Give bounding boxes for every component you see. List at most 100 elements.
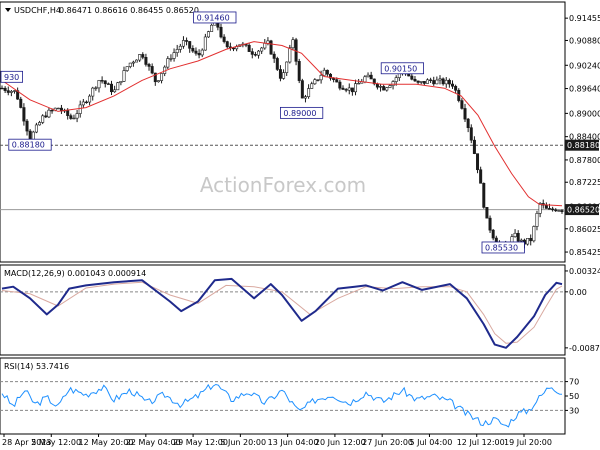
candle-body [94, 87, 98, 89]
candle-body [347, 87, 351, 91]
candle-body [194, 50, 198, 54]
candle-body [526, 238, 530, 245]
candle-body [310, 83, 314, 89]
candle-body [413, 78, 417, 82]
y-tick-label: 0.87800 [569, 156, 600, 165]
candle-body [81, 101, 85, 106]
x-tick-label: 13 Jun 04:00 [268, 438, 319, 447]
candle-body [532, 226, 536, 242]
candle-body [150, 66, 154, 74]
candle-body [291, 39, 295, 49]
x-tick-label: 27 Jun 20:00 [362, 438, 413, 447]
rsi-tick-label: 30 [569, 406, 579, 415]
candle-body [275, 58, 279, 70]
candle-body [144, 57, 148, 65]
candle-body [422, 81, 426, 84]
candle-body [197, 53, 201, 56]
candle-body [444, 79, 448, 85]
candle-body [13, 90, 17, 92]
candle-body [22, 107, 26, 122]
candle-body [416, 80, 420, 83]
candle-body [138, 54, 142, 61]
candle-body [341, 87, 345, 90]
candle-body [297, 61, 301, 81]
candle-body [491, 229, 495, 239]
candle-body [222, 36, 226, 42]
candle-body [432, 80, 436, 85]
candle-body [56, 107, 60, 110]
y-tick-label: 0.91455 [569, 14, 600, 23]
candle-body [454, 85, 458, 91]
y-tick-label: 0.89640 [569, 85, 600, 94]
candle-body [357, 82, 361, 85]
candle-body [382, 86, 386, 91]
candle-body [288, 47, 292, 63]
candle-body [188, 41, 192, 49]
candle-body [425, 79, 429, 84]
candle-body [529, 238, 533, 242]
candle-body [91, 87, 95, 97]
candle-body [366, 74, 370, 78]
candle-body [272, 53, 276, 59]
candle-body [479, 169, 483, 184]
y-tick-label: 0.89000 [569, 109, 600, 118]
price-annotation-label: 0.91460 [197, 13, 230, 22]
y-tick-label: 0.86025 [569, 225, 600, 234]
price-annotation-label: 0.88180 [12, 141, 45, 150]
candle-body [175, 49, 179, 53]
candle-body [300, 80, 304, 99]
candle-body [429, 79, 433, 81]
candle-body [219, 26, 223, 38]
candle-body [0, 87, 4, 90]
candle-body [385, 87, 389, 91]
candle-body [72, 117, 76, 120]
candle-body [322, 69, 326, 76]
candle-body [379, 86, 383, 88]
candle-body [560, 210, 564, 212]
candle-body [141, 54, 145, 58]
candle-body [34, 124, 38, 133]
candle-body [88, 95, 92, 103]
candle-body [307, 88, 311, 97]
candle-body [84, 101, 88, 104]
x-tick-label: 19 Jul 20:00 [504, 438, 552, 447]
candle-body [232, 47, 236, 50]
candle-body [391, 81, 395, 86]
candle-body [106, 83, 110, 85]
candle-body [131, 61, 135, 64]
forex-chart: ActionForex.com USDCHF,H4 0.86471 0.8661… [0, 0, 600, 450]
candle-body [285, 61, 289, 73]
candle-body [313, 79, 317, 85]
candle-body [147, 64, 151, 67]
candle-body [78, 104, 82, 114]
y-tick-label: 0.87225 [569, 178, 600, 187]
rsi-header: RSI(14) 53.7416 [4, 362, 69, 371]
ohlc-values: 0.86471 0.86616 0.86455 0.86520 [59, 6, 199, 15]
x-tick-label: 12 Jul 12:00 [457, 438, 505, 447]
candle-body [319, 74, 323, 81]
candle-body [103, 80, 107, 85]
candle-body [476, 153, 480, 171]
watermark: ActionForex.com [200, 173, 366, 197]
candle-body [100, 80, 104, 82]
candle-body [135, 59, 139, 63]
rsi-tick-label: 70 [569, 378, 579, 387]
y-tick-label: 0.85425 [569, 248, 600, 257]
y-tick-label: 0.90880 [569, 36, 600, 45]
candle-body [206, 31, 210, 38]
candle-body [44, 115, 48, 118]
candle-body [269, 40, 273, 55]
candle-body [172, 52, 176, 59]
candle-body [344, 89, 348, 91]
price-annotation-label: 0.85530 [485, 243, 518, 252]
candle-body [485, 207, 489, 219]
candle-body [466, 118, 470, 128]
candle-body [303, 96, 307, 99]
candle-body [460, 100, 464, 109]
x-tick-label: 5 Jul 04:00 [409, 438, 452, 447]
price-tag-label: 0.86520 [567, 206, 600, 215]
candle-body [185, 40, 189, 42]
candle-body [363, 76, 367, 83]
candle-body [181, 40, 185, 47]
candle-body [203, 36, 207, 51]
